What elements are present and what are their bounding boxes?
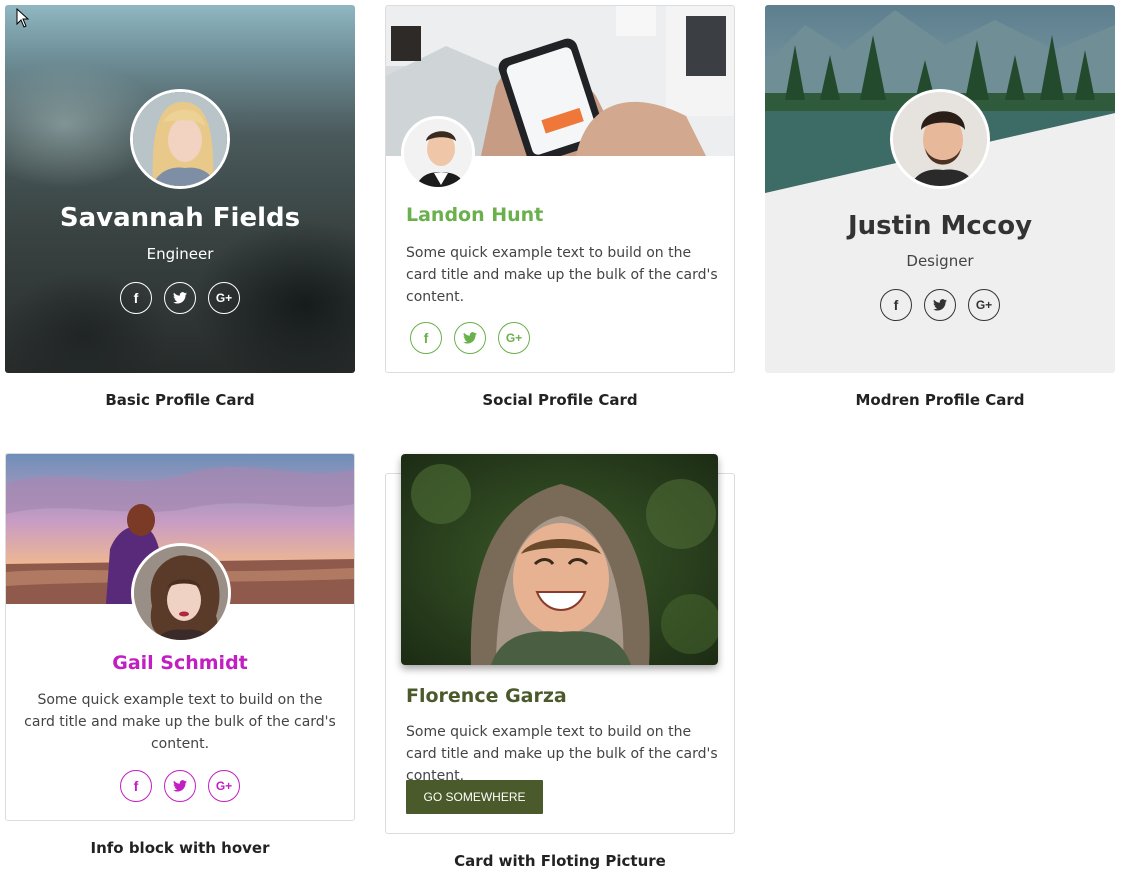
google-plus-icon[interactable]: G+ <box>208 282 240 314</box>
profile-role: Engineer <box>146 245 214 263</box>
facebook-icon[interactable]: f <box>410 322 442 354</box>
profile-name: Justin Mccoy <box>847 211 1033 241</box>
card-text: Some quick example text to build on the … <box>406 724 718 784</box>
social-links: f G+ <box>120 770 240 802</box>
card-text: Some quick example text to build on the … <box>406 245 718 305</box>
floating-picture <box>401 454 718 665</box>
profile-name: Savannah Fields <box>59 203 301 233</box>
card-caption: Info block with hover <box>90 839 270 857</box>
twitter-icon[interactable] <box>454 322 486 354</box>
social-links: f G+ <box>410 322 530 354</box>
google-plus-icon[interactable]: G+ <box>208 770 240 802</box>
twitter-icon[interactable] <box>164 282 196 314</box>
social-profile-card: Landon Hunt Some quick example text to b… <box>385 5 735 373</box>
social-links: f G+ <box>880 289 1000 321</box>
google-plus-icon[interactable]: G+ <box>498 322 530 354</box>
card-text: Some quick example text to build on the … <box>24 692 336 752</box>
modern-profile-card: Justin Mccoy Designer f G+ <box>765 5 1115 373</box>
basic-profile-card: Savannah Fields Engineer f G+ <box>5 5 355 373</box>
social-links: f G+ <box>120 282 240 314</box>
card-caption: Card with Floting Picture <box>454 852 666 870</box>
twitter-icon[interactable] <box>164 770 196 802</box>
go-somewhere-button[interactable]: GO SOMEWHERE <box>406 780 543 814</box>
avatar <box>401 116 475 190</box>
avatar <box>130 89 230 189</box>
profile-name: Landon Hunt <box>406 204 544 226</box>
card-caption: Social Profile Card <box>482 391 638 409</box>
avatar <box>131 543 231 643</box>
google-plus-icon[interactable]: G+ <box>968 289 1000 321</box>
twitter-icon[interactable] <box>924 289 956 321</box>
card-caption: Basic Profile Card <box>105 391 255 409</box>
profile-name: Gail Schmidt <box>112 652 248 674</box>
facebook-icon[interactable]: f <box>120 770 152 802</box>
info-hover-card: Gail Schmidt Some quick example text to … <box>5 453 355 821</box>
mouse-cursor-icon <box>16 8 30 28</box>
card-caption: Modren Profile Card <box>855 391 1025 409</box>
profile-role: Designer <box>906 252 974 270</box>
facebook-icon[interactable]: f <box>880 289 912 321</box>
avatar <box>890 89 990 189</box>
facebook-icon[interactable]: f <box>120 282 152 314</box>
profile-name: Florence Garza <box>406 685 567 707</box>
